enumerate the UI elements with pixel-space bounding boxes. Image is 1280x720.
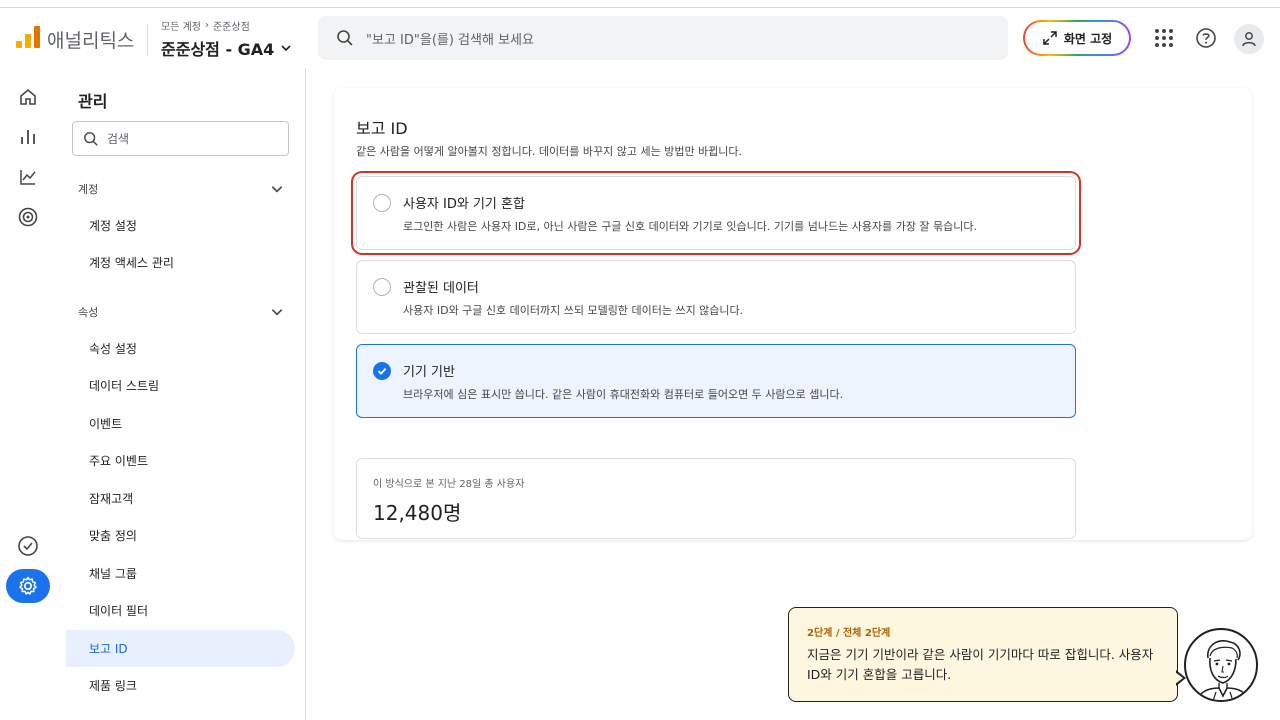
- check-circle-icon[interactable]: [16, 534, 40, 558]
- help-icon[interactable]: [1194, 26, 1218, 50]
- nav-item-data-streams[interactable]: 데이터 스트림: [66, 367, 295, 404]
- breadcrumb-separator-icon: ›: [204, 20, 209, 31]
- radio-observed[interactable]: [373, 278, 391, 296]
- analytics-logo-icon[interactable]: [16, 26, 40, 48]
- breadcrumb-root[interactable]: 모든 계정: [161, 18, 201, 33]
- tooltip-step: 2단계 / 전체 2단계: [807, 628, 891, 639]
- nav-item-label: 보고 ID: [89, 642, 128, 656]
- sidenav-search-input[interactable]: 검색: [72, 121, 289, 156]
- search-icon: [84, 131, 98, 146]
- global-search[interactable]: "보고 ID"을(를) 검색해 보세요: [318, 16, 1008, 60]
- explore-icon[interactable]: [16, 165, 40, 189]
- person-icon: [1242, 32, 1256, 47]
- nav-item-label: 제품 링크: [89, 679, 137, 693]
- nav-item-channel-groups[interactable]: 채널 그룹: [66, 555, 295, 592]
- nav-item-custom-definitions[interactable]: 맞춤 정의: [66, 517, 295, 554]
- advertising-icon[interactable]: [16, 205, 40, 229]
- guide-mascot-avatar: [1184, 628, 1258, 702]
- admin-gear-icon: [19, 576, 37, 595]
- option-device-based[interactable]: 기기 기반 브라우저에 심은 표시만 씁니다. 같은 사람이 휴대전화와 컴퓨터…: [356, 344, 1076, 418]
- nav-item-label: 계정 설정: [89, 219, 137, 233]
- option-title: 사용자 ID와 기기 혼합: [403, 197, 525, 212]
- nav-item-product-links[interactable]: 제품 링크: [66, 667, 295, 704]
- nav-item-audiences[interactable]: 잠재고객: [66, 480, 295, 517]
- search-placeholder: "보고 ID"을(를) 검색해 보세요: [366, 32, 534, 48]
- property-name: 준준상점 - GA4: [161, 40, 275, 59]
- reporting-identity-card: 보고 ID 같은 사람을 어떻게 알아볼지 정합니다. 데이터를 바꾸지 않고 …: [334, 88, 1252, 540]
- nav-item-account-settings[interactable]: 계정 설정: [66, 207, 295, 244]
- top-strip: [0, 0, 1280, 8]
- nav-item-label: 계정 액세스 관리: [89, 256, 174, 270]
- sidenav-title: 관리: [78, 92, 108, 111]
- option-blended[interactable]: 사용자 ID와 기기 혼합 로그인한 사람은 사용자 ID로, 아닌 사람은 구…: [356, 176, 1076, 250]
- section-account-header[interactable]: 계정: [78, 181, 284, 197]
- expand-icon: [1043, 31, 1057, 45]
- option-title: 기기 기반: [403, 365, 455, 380]
- radio-device-based[interactable]: [373, 362, 391, 380]
- pin-screen-button[interactable]: 화면 고정: [1023, 20, 1131, 56]
- stat-label: 이 방식으로 본 지난 28일 총 사용자: [373, 479, 525, 490]
- option-description: 브라우저에 심은 표시만 씁니다. 같은 사람이 휴대전화와 컴퓨터로 들어오면…: [403, 388, 844, 401]
- header-divider: [147, 24, 148, 56]
- nav-item-label: 데이터 스트림: [89, 379, 160, 393]
- nav-item-label: 데이터 필터: [89, 604, 149, 618]
- chevron-down-icon: [281, 45, 291, 52]
- stat-value: 12,480명: [373, 501, 462, 525]
- breadcrumb-account[interactable]: 준준상점: [213, 18, 250, 33]
- checkmark-icon: [377, 367, 387, 375]
- nav-item-reporting-identity[interactable]: 보고 ID: [66, 630, 295, 667]
- section-account-label: 계정: [78, 183, 99, 196]
- nav-item-label: 속성 설정: [89, 342, 137, 356]
- nav-item-label: 채널 그룹: [89, 567, 137, 581]
- users-stat-box: 이 방식으로 본 지난 28일 총 사용자 12,480명: [356, 458, 1076, 539]
- nav-item-account-access[interactable]: 계정 액세스 관리: [66, 244, 295, 281]
- nav-item-key-events[interactable]: 주요 이벤트: [66, 442, 295, 479]
- account-avatar[interactable]: [1234, 24, 1264, 54]
- option-description: 사용자 ID와 구글 신호 데이터까지 쓰되 모델링한 데이터는 쓰지 않습니다…: [403, 304, 744, 317]
- radio-blended[interactable]: [373, 194, 391, 212]
- app-name[interactable]: 애널리틱스: [47, 26, 134, 53]
- apps-grid-icon[interactable]: [1152, 26, 1176, 50]
- chevron-down-icon: [271, 186, 283, 193]
- option-title: 관찰된 데이터: [403, 281, 479, 296]
- pin-button-label: 화면 고정: [1063, 31, 1113, 46]
- tooltip-text: 지금은 기기 기반이라 같은 사람이 기기마다 따로 잡힙니다. 사용자 ID와…: [807, 647, 1154, 682]
- search-icon: [337, 30, 353, 46]
- nav-item-label: 주요 이벤트: [89, 454, 149, 468]
- reports-icon[interactable]: [16, 125, 40, 149]
- section-property-header[interactable]: 속성: [78, 304, 284, 320]
- sidenav-search-placeholder: 검색: [107, 132, 130, 146]
- nav-item-label: 이벤트: [89, 417, 123, 431]
- chevron-down-icon: [271, 309, 283, 316]
- section-property-label: 속성: [78, 306, 99, 319]
- nav-item-data-filters[interactable]: 데이터 필터: [66, 592, 295, 629]
- page-description: 같은 사람을 어떻게 알아볼지 정합니다. 데이터를 바꾸지 않고 세는 방법만…: [356, 145, 743, 158]
- option-observed[interactable]: 관찰된 데이터 사용자 ID와 구글 신호 데이터까지 쓰되 모델링한 데이터는…: [356, 260, 1076, 334]
- app-header: 애널리틱스 모든 계정 › 준준상점 준준상점 - GA4 "보고 ID"을(를…: [0, 8, 1280, 68]
- page-title: 보고 ID: [356, 119, 408, 138]
- nav-item-label: 맞춤 정의: [89, 529, 137, 543]
- nav-item-label: 잠재고객: [89, 492, 134, 506]
- admin-sidenav: 관리 검색 계정 계정 설정 계정 액세스 관리 속성 속성 설정 데이터 스트…: [56, 68, 306, 720]
- breadcrumb: 모든 계정 › 준준상점: [161, 18, 250, 33]
- option-description: 로그인한 사람은 사용자 ID로, 아닌 사람은 구글 신호 데이터와 기기로 …: [403, 220, 978, 233]
- guide-tooltip: 2단계 / 전체 2단계 지금은 기기 기반이라 같은 사람이 기기마다 따로 …: [788, 607, 1178, 702]
- admin-button[interactable]: [6, 569, 50, 603]
- nav-item-events[interactable]: 이벤트: [66, 405, 295, 442]
- property-selector[interactable]: 준준상점 - GA4: [161, 36, 292, 60]
- nav-item-property-settings[interactable]: 속성 설정: [66, 330, 295, 367]
- home-icon[interactable]: [16, 85, 40, 109]
- tooltip-tail-fill: [1175, 672, 1183, 684]
- left-rail: [0, 68, 56, 720]
